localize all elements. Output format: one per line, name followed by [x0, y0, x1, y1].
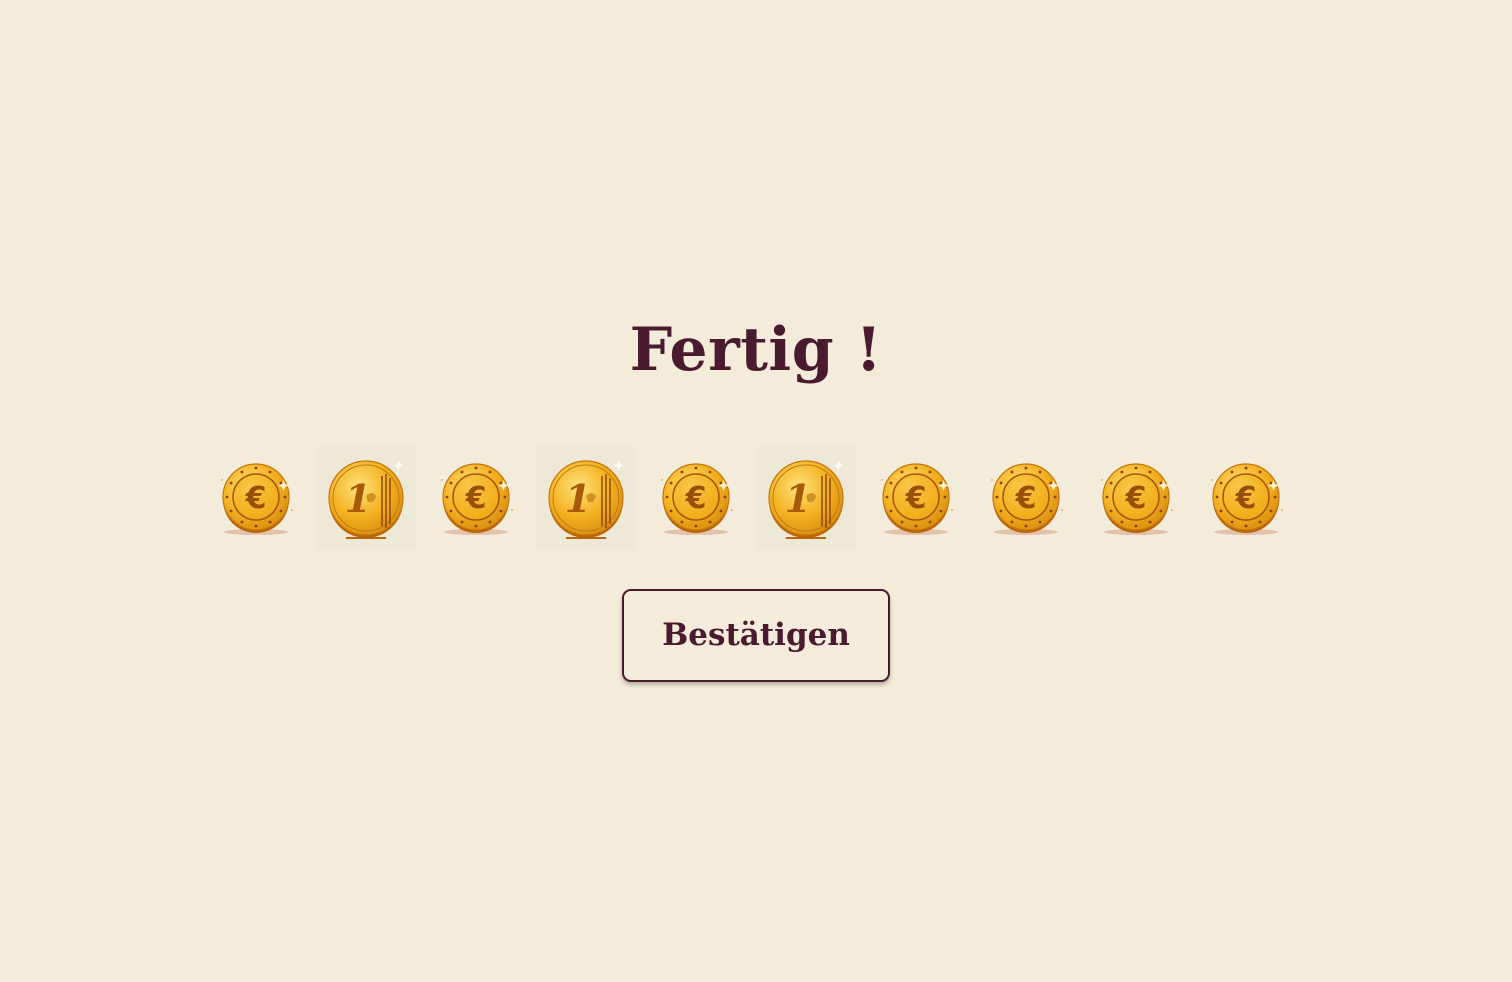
- svg-text:€: €: [1125, 481, 1147, 516]
- euro-coin-icon: €: [1086, 446, 1186, 550]
- euro-coin-icon: €: [646, 446, 746, 550]
- page-title: Fertig !: [629, 315, 883, 385]
- one-euro-coin-icon: 1: [756, 446, 856, 550]
- svg-text:€: €: [1235, 481, 1257, 516]
- one-euro-coin-icon: 1: [536, 446, 636, 550]
- svg-text:€: €: [685, 481, 707, 516]
- euro-coin-icon: €: [1196, 446, 1296, 550]
- euro-coin-icon: €: [866, 446, 966, 550]
- svg-text:€: €: [245, 481, 267, 516]
- one-euro-coin-icon: 1: [316, 446, 416, 550]
- svg-text:€: €: [465, 481, 487, 516]
- euro-coin-icon: €: [976, 446, 1076, 550]
- euro-coin-icon: €: [206, 446, 306, 550]
- confirm-button[interactable]: Bestätigen: [622, 589, 890, 682]
- coin-row: € 1 € 1 € 1 € € € €: [206, 446, 1306, 550]
- svg-text:€: €: [905, 481, 927, 516]
- svg-text:€: €: [1015, 481, 1037, 516]
- euro-coin-icon: €: [426, 446, 526, 550]
